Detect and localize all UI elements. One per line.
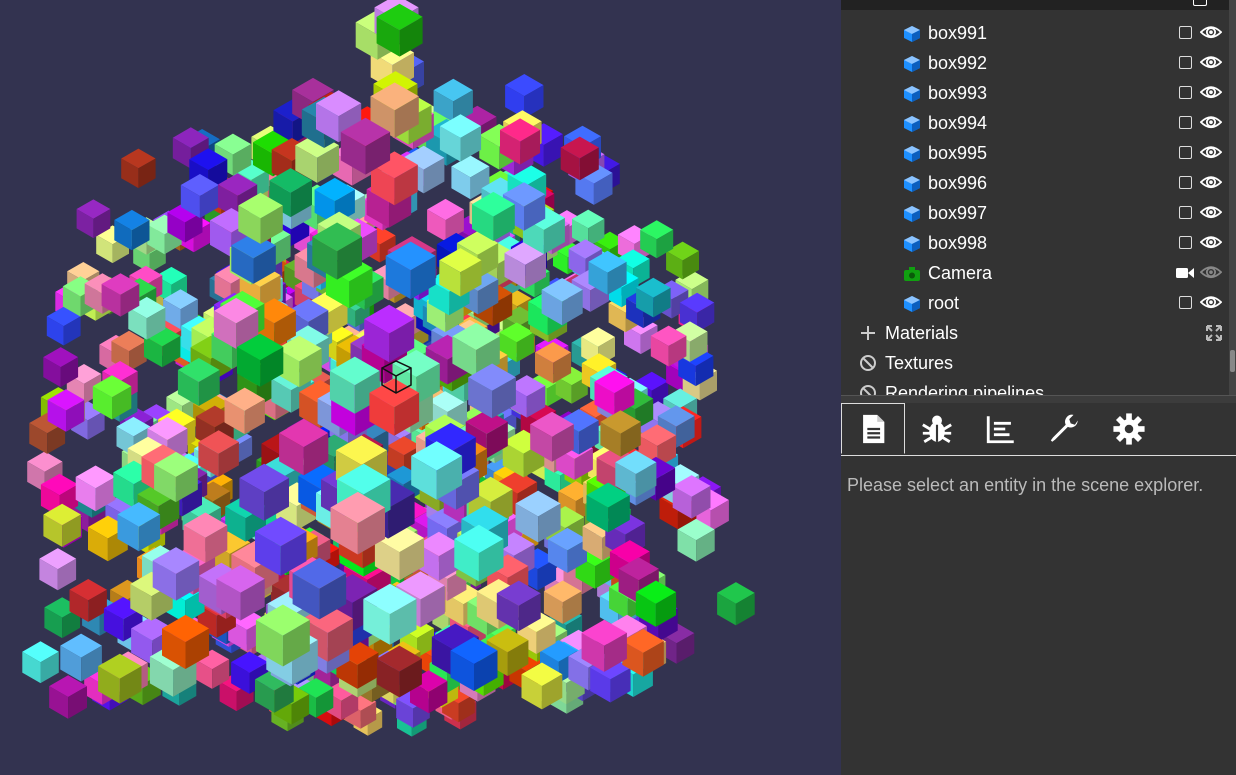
- chart-icon: [984, 412, 1018, 446]
- mesh-cube-icon: [903, 145, 921, 163]
- scene-node-root[interactable]: root: [841, 288, 1229, 318]
- section-label: Materials: [885, 323, 959, 343]
- empty-selection-message: Please select an entity in the scene exp…: [847, 475, 1204, 495]
- mesh-cube-icon: [903, 115, 921, 133]
- bounding-box-toggle[interactable]: [1179, 236, 1192, 249]
- visibility-eye-icon[interactable]: [1199, 173, 1223, 193]
- explorer-scroll-thumb[interactable]: [1230, 350, 1235, 372]
- bounding-box-toggle[interactable]: [1179, 146, 1192, 159]
- bounding-box-toggle[interactable]: [1179, 56, 1192, 69]
- scene-node-box998[interactable]: box998: [841, 228, 1229, 258]
- scene-node-box993[interactable]: box993: [841, 78, 1229, 108]
- tab-tools[interactable]: [1033, 403, 1097, 454]
- scene-node-label: box998: [928, 233, 988, 253]
- ban-icon[interactable]: [859, 354, 877, 372]
- bounding-box-toggle[interactable]: [1179, 86, 1192, 99]
- scene-node-label: box993: [928, 83, 988, 103]
- scene-node-label: box996: [928, 173, 988, 193]
- scene-node-label: Camera: [928, 263, 993, 283]
- box-mesh[interactable]: [717, 582, 755, 626]
- mesh-cube-icon: [903, 235, 921, 253]
- tab-debug[interactable]: [905, 403, 969, 454]
- section-rendering-pipelines[interactable]: Rendering pipelines: [841, 378, 1229, 395]
- tab-settings[interactable]: [1097, 403, 1161, 454]
- ban-icon[interactable]: [859, 384, 877, 395]
- tab-properties[interactable]: [841, 403, 905, 454]
- document-icon: [856, 412, 890, 446]
- scene-node-box992[interactable]: box992: [841, 48, 1229, 78]
- box-mesh[interactable]: [121, 148, 156, 189]
- expand-icon[interactable]: [1205, 324, 1223, 342]
- scene-node-camera[interactable]: Camera: [841, 258, 1229, 288]
- wrench-icon: [1048, 412, 1082, 446]
- active-camera-icon[interactable]: [1175, 265, 1195, 281]
- visibility-eye-icon[interactable]: [1199, 293, 1223, 313]
- tab-statistics[interactable]: [969, 403, 1033, 454]
- bounding-box-toggle[interactable]: [1179, 296, 1192, 309]
- scene-explorer: box991 box992 box993 box994 box995 box996 box9…: [841, 0, 1236, 395]
- mesh-cube-icon: [903, 295, 921, 313]
- bounding-box-toggle[interactable]: [1179, 116, 1192, 129]
- scene-node-box997[interactable]: box997: [841, 198, 1229, 228]
- plus-icon[interactable]: [859, 324, 877, 342]
- scene-node-box994[interactable]: box994: [841, 108, 1229, 138]
- scene-node-label: box992: [928, 53, 988, 73]
- scene-node-label: box994: [928, 113, 988, 133]
- scene-node-box995[interactable]: box995: [841, 138, 1229, 168]
- render-viewport[interactable]: [0, 0, 841, 775]
- camera-icon: [903, 265, 921, 283]
- visibility-eye-icon[interactable]: [1199, 83, 1223, 103]
- bounding-box-toggle[interactable]: [1179, 206, 1192, 219]
- scene-node-label: box991: [928, 23, 988, 43]
- section-label: Textures: [885, 353, 954, 373]
- gear-icon: [1112, 412, 1146, 446]
- scene-node-label: box995: [928, 143, 988, 163]
- mesh-cube-icon: [903, 175, 921, 193]
- partial-row-icon: [1193, 0, 1207, 6]
- explorer-scrollbar[interactable]: [1229, 0, 1236, 395]
- visibility-eye-icon[interactable]: [1199, 263, 1223, 283]
- visibility-eye-icon[interactable]: [1199, 233, 1223, 253]
- scene-canvas[interactable]: [0, 0, 841, 775]
- visibility-eye-icon[interactable]: [1199, 203, 1223, 223]
- inspector-tabs: [841, 403, 1236, 456]
- scene-node-label: box997: [928, 203, 988, 223]
- visibility-eye-icon[interactable]: [1199, 23, 1223, 43]
- box-mesh[interactable]: [22, 641, 59, 684]
- box-mesh[interactable]: [39, 548, 77, 591]
- scene-node-box991[interactable]: box991: [841, 18, 1229, 48]
- mesh-cube-icon: [903, 55, 921, 73]
- bounding-box-toggle[interactable]: [1179, 26, 1192, 39]
- box-mesh[interactable]: [49, 675, 87, 719]
- explorer-top-bar: [841, 0, 1229, 10]
- bounding-box-toggle[interactable]: [1179, 176, 1192, 189]
- visibility-eye-icon[interactable]: [1199, 143, 1223, 163]
- inspector-panel: box991 box992 box993 box994 box995 box996 box9…: [841, 0, 1236, 775]
- mesh-cube-icon: [903, 25, 921, 43]
- section-textures[interactable]: Textures: [841, 348, 1229, 378]
- scene-node-label: root: [928, 293, 960, 313]
- bug-icon: [920, 412, 954, 446]
- mesh-cube-icon: [903, 85, 921, 103]
- section-materials[interactable]: Materials: [841, 318, 1229, 348]
- visibility-eye-icon[interactable]: [1199, 113, 1223, 133]
- mesh-cube-icon: [903, 205, 921, 223]
- visibility-eye-icon[interactable]: [1199, 53, 1223, 73]
- scene-node-box996[interactable]: box996: [841, 168, 1229, 198]
- section-label: Rendering pipelines: [885, 383, 1045, 395]
